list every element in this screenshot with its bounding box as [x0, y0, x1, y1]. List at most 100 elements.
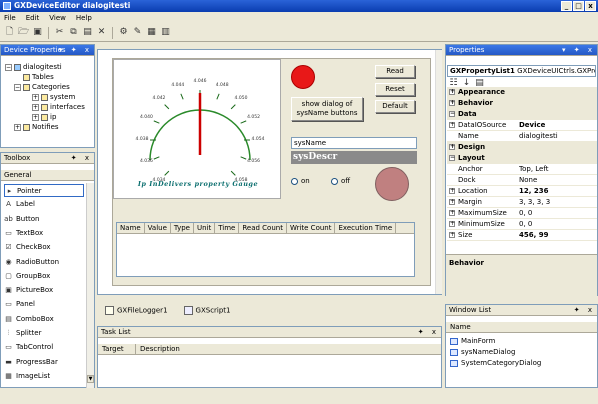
filelogger-component[interactable]: GXFileLogger1: [105, 305, 168, 315]
property-row-dataiosource[interactable]: + DataIOSource Device: [447, 120, 597, 131]
toolbox-item-picturebox[interactable]: ▣ PictureBox: [4, 284, 53, 297]
property-value[interactable]: 0, 0: [519, 219, 597, 230]
toolbox-item-combobox[interactable]: ▤ ComboBox: [4, 313, 54, 326]
collapse-icon[interactable]: −: [449, 155, 455, 161]
task-col-description[interactable]: Description: [136, 344, 180, 354]
menu-view[interactable]: View: [49, 12, 66, 24]
property-row-minimumsize[interactable]: + MinimumSize 0, 0: [447, 219, 597, 230]
tree-system[interactable]: + system: [32, 92, 75, 102]
tree-root[interactable]: − dialogitesti: [5, 62, 62, 72]
property-row-size[interactable]: + Size 456, 99: [447, 230, 597, 241]
property-data-grid[interactable]: Name Value Type Unit Time Read Count Write Cou…: [116, 222, 415, 277]
copy-icon[interactable]: ⧉: [68, 27, 79, 38]
panel-pin-close-icon[interactable]: ✦ x: [418, 327, 439, 338]
toolbox-item-textbox[interactable]: ▭ TextBox: [4, 227, 43, 240]
off-radio[interactable]: off: [331, 176, 350, 186]
property-row-appearance[interactable]: + Appearance: [447, 87, 597, 98]
save-icon[interactable]: ▣: [32, 27, 43, 38]
properties-icon[interactable]: ▦: [146, 27, 157, 38]
panel-pin-close-icon[interactable]: ✦ x: [71, 153, 92, 164]
panel-pin-close-icon[interactable]: ▾ ✦ x: [562, 45, 595, 56]
minimize-button[interactable]: _: [561, 1, 572, 11]
red-indicator[interactable]: [291, 65, 315, 89]
toolbox-item-tabcontrol[interactable]: ▭ TabControl: [4, 341, 53, 354]
grid-column-execution-time[interactable]: Execution Time: [335, 223, 397, 233]
property-value[interactable]: Device: [519, 120, 597, 131]
property-row-name[interactable]: Name dialogitesti: [447, 131, 597, 142]
toolbox-scrollbar[interactable]: ▼: [86, 183, 94, 388]
expand-icon[interactable]: +: [449, 188, 455, 194]
script-component[interactable]: GXScript1: [183, 305, 231, 315]
grid-column-name[interactable]: Name: [117, 223, 145, 233]
expand-icon[interactable]: +: [449, 144, 455, 150]
property-row-layout[interactable]: − Layout: [447, 153, 597, 164]
window-list-item[interactable]: MainForm: [450, 336, 495, 346]
property-row-margin[interactable]: + Margin 3, 3, 3, 3: [447, 197, 597, 208]
toolbox-item-splitter[interactable]: ⫶ Splitter: [4, 327, 42, 340]
property-value[interactable]: 456, 99: [519, 230, 597, 241]
grid-column-write-count[interactable]: Write Count: [287, 223, 336, 233]
open-folder-icon[interactable]: 🗁: [18, 27, 29, 38]
show-dialog-button[interactable]: show dialog of sysName buttons: [291, 97, 363, 121]
tree-interfaces[interactable]: + interfaces: [32, 102, 85, 112]
tree-ip[interactable]: + ip: [32, 112, 56, 122]
settings-icon[interactable]: ▥: [160, 27, 171, 38]
expand-icon[interactable]: +: [449, 100, 455, 106]
run-icon[interactable]: ⚙: [118, 27, 129, 38]
read-button[interactable]: Read: [375, 65, 415, 78]
grid-column-unit[interactable]: Unit: [194, 223, 216, 233]
property-value[interactable]: None: [519, 175, 597, 186]
expand-icon[interactable]: +: [449, 122, 455, 128]
toolbox-item-button[interactable]: ab Button: [4, 213, 39, 226]
window-list-item[interactable]: sysNameDialog: [450, 347, 515, 357]
toolbox-item-groupbox[interactable]: ▢ GroupBox: [4, 270, 50, 283]
tree-categories[interactable]: − Categories: [14, 82, 70, 92]
property-row-anchor[interactable]: Anchor Top, Left: [447, 164, 597, 175]
grid-column-read-count[interactable]: Read Count: [239, 223, 287, 233]
window-list-item[interactable]: SystemCategoryDialog: [450, 358, 541, 368]
tools-icon[interactable]: ✎: [132, 27, 143, 38]
expand-icon[interactable]: +: [449, 199, 455, 205]
toolbox-item-checkbox[interactable]: ☑ CheckBox: [4, 241, 50, 254]
new-file-icon[interactable]: 🗋: [4, 27, 15, 38]
reset-button[interactable]: Reset: [375, 83, 415, 96]
tree-notifies[interactable]: + Notifies: [14, 122, 59, 132]
maximize-button[interactable]: □: [573, 1, 584, 11]
property-row-location[interactable]: + Location 12, 236: [447, 186, 597, 197]
toolbox-item-label[interactable]: A Label: [4, 198, 35, 211]
grid-column-value[interactable]: Value: [145, 223, 171, 233]
object-selector[interactable]: GXPropertyList1 GXDeviceUICtrls.GXPro: [447, 65, 596, 77]
task-col-target[interactable]: Target: [98, 344, 136, 354]
cut-icon[interactable]: ✂: [54, 27, 65, 38]
paste-icon[interactable]: ▤: [82, 27, 93, 38]
property-value[interactable]: dialogitesti: [519, 131, 597, 142]
gauge-control[interactable]: Ip InDelivers property Gauge 4.034 4.036 4…: [113, 59, 281, 199]
pink-indicator[interactable]: [375, 167, 409, 201]
expand-icon[interactable]: +: [449, 210, 455, 216]
panel-pin-close-icon[interactable]: ▾ ✦ x: [59, 45, 92, 56]
panel-pin-close-icon[interactable]: ✦ x: [574, 305, 595, 316]
expand-icon[interactable]: +: [449, 232, 455, 238]
property-row-data[interactable]: − Data: [447, 109, 597, 120]
delete-icon[interactable]: ✕: [96, 27, 107, 38]
expand-icon[interactable]: +: [449, 89, 455, 95]
toolbox-item-panel[interactable]: ▭ Panel: [4, 298, 35, 311]
property-row-behavior[interactable]: + Behavior: [447, 98, 597, 109]
collapse-icon[interactable]: −: [449, 111, 455, 117]
close-button[interactable]: x: [585, 1, 596, 11]
property-row-maximumsize[interactable]: + MaximumSize 0, 0: [447, 208, 597, 219]
property-value[interactable]: 0, 0: [519, 208, 597, 219]
property-value[interactable]: Top, Left: [519, 164, 597, 175]
toolbox-item-radiobutton[interactable]: ◉ RadioButton: [4, 256, 59, 269]
sysname-textbox[interactable]: sysName: [291, 137, 417, 149]
toolbox-item-progressbar[interactable]: ▬ ProgressBar: [4, 356, 58, 369]
property-value[interactable]: 3, 3, 3, 3: [519, 197, 597, 208]
window-list-header[interactable]: Name: [446, 322, 597, 333]
property-row-dock[interactable]: Dock None: [447, 175, 597, 186]
toolbox-item-pointer[interactable]: ▸ Pointer: [4, 184, 84, 197]
designer-scrollbar[interactable]: [435, 50, 442, 294]
menu-help[interactable]: Help: [76, 12, 92, 24]
default-button[interactable]: Default: [375, 100, 415, 113]
design-form[interactable]: Ip InDelivers property Gauge 4.034 4.036 4…: [112, 58, 431, 286]
grid-column-type[interactable]: Type: [171, 223, 194, 233]
